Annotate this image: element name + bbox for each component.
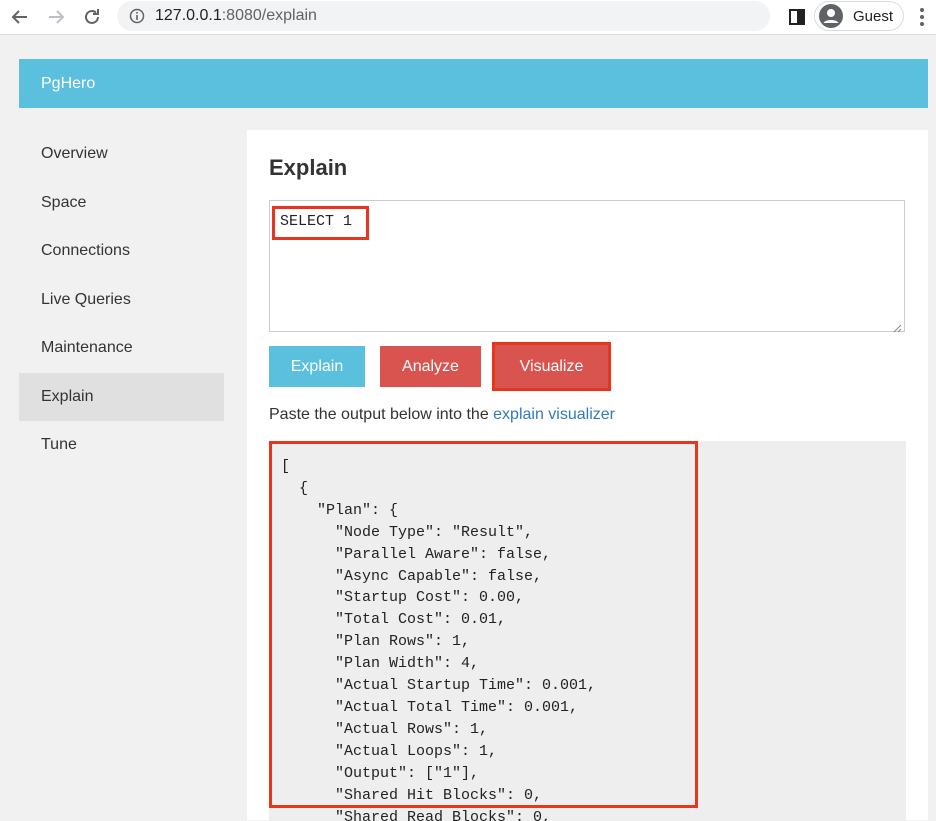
main-panel: Explain SELECT 1 Explain Analyze Visuali… [247,130,928,820]
analyze-button[interactable]: Analyze [380,346,481,387]
sidebar-nav: Overview Space Connections Live Queries … [19,130,224,470]
app-header: PgHero [19,59,928,108]
side-panel-icon[interactable] [786,6,808,28]
visualizer-hint: Paste the output below into the explain … [269,406,615,424]
visualize-button[interactable]: Visualize [495,345,608,388]
explain-output: [ { "Plan": { "Node Type": "Result", "Pa… [269,441,906,821]
profile-label: Guest [853,8,893,25]
profile-button[interactable]: Guest [814,1,904,31]
url-text: 127.0.0.1:8080/explain [155,7,317,25]
browser-toolbar: 127.0.0.1:8080/explain Guest [0,0,936,35]
sidebar-item-overview[interactable]: Overview [19,130,224,179]
avatar-icon [819,4,843,28]
hint-text: Paste the output below into the [269,406,493,423]
kebab-menu-icon[interactable] [912,6,932,28]
forward-arrow-icon[interactable] [44,5,68,29]
reload-icon[interactable] [80,5,104,29]
explain-button[interactable]: Explain [269,346,365,387]
back-arrow-icon[interactable] [8,5,32,29]
sidebar-item-connections[interactable]: Connections [19,227,224,276]
page-title: Explain [269,155,347,181]
output-line: "Shared Read Blocks": 0, [281,809,551,821]
url-host: 127.0.0.1 [155,7,222,24]
info-icon[interactable] [129,8,145,24]
sidebar-item-tune[interactable]: Tune [19,421,224,470]
sidebar-item-maintenance[interactable]: Maintenance [19,324,224,373]
url-path: :8080/explain [222,7,317,24]
query-highlight-box [272,206,369,240]
address-bar[interactable]: 127.0.0.1:8080/explain [117,1,770,31]
query-textarea[interactable]: SELECT 1 [269,200,905,332]
output-highlight-box [269,441,698,808]
brand-link[interactable]: PgHero [41,75,95,93]
explain-visualizer-link[interactable]: explain visualizer [493,406,615,423]
resize-handle-icon[interactable] [893,320,902,329]
sidebar-item-explain[interactable]: Explain [19,373,224,422]
sidebar-item-space[interactable]: Space [19,179,224,228]
sidebar-item-live-queries[interactable]: Live Queries [19,276,224,325]
